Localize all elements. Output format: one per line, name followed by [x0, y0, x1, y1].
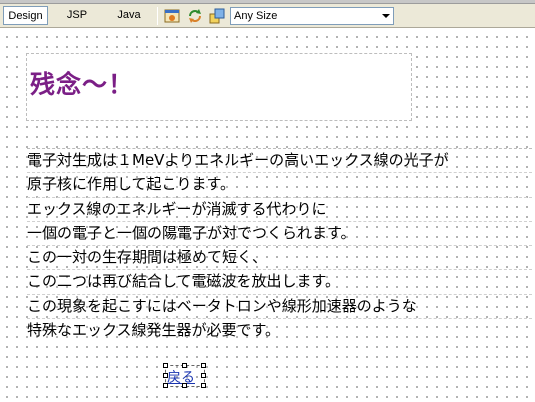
- text-line: 原子核に作用して起こります。: [27, 172, 532, 196]
- size-select-value: Any Size: [234, 10, 278, 22]
- text-line: この現象を起こすにはベータトロンや線形加速器のような: [27, 293, 532, 318]
- text-line: 電子対生成は１MeVよりエネルギーの高いエックス線の光子が: [27, 148, 532, 172]
- resize-handle[interactable]: [182, 383, 187, 388]
- text-line: 一個の電子と一個の陽電子が対でつくられます。: [27, 220, 532, 245]
- resize-handle[interactable]: [163, 373, 168, 378]
- preview-page-icon[interactable]: [164, 8, 180, 24]
- tab-jsp[interactable]: JSP: [58, 6, 96, 25]
- resize-handle[interactable]: [182, 363, 187, 368]
- resize-handle[interactable]: [163, 383, 168, 388]
- toolbar-separator: [157, 7, 158, 25]
- refresh-icon[interactable]: [187, 8, 203, 24]
- resize-handle[interactable]: [201, 373, 206, 378]
- title-box[interactable]: 残念～！: [26, 53, 412, 121]
- size-select[interactable]: Any Size: [230, 7, 394, 25]
- resize-handle[interactable]: [201, 363, 206, 368]
- text-line: 特殊なエックス線発生器が必要です。: [27, 318, 532, 342]
- page-title: 残念～！: [30, 70, 135, 99]
- chevron-down-icon[interactable]: [382, 14, 390, 18]
- resize-handle[interactable]: [201, 383, 206, 388]
- text-line: この一対の生存期間は極めて短く、: [27, 245, 532, 269]
- body-text-block[interactable]: 電子対生成は１MeVよりエネルギーの高いエックス線の光子が 原子核に作用して起こ…: [27, 148, 532, 342]
- tab-java[interactable]: Java: [108, 6, 150, 25]
- back-link-container[interactable]: 戻る: [163, 363, 207, 389]
- design-canvas[interactable]: 残念～！ 電子対生成は１MeVよりエネルギーの高いエックス線の光子が 原子核に作…: [0, 29, 535, 402]
- editor-toolbar: Design JSP Java Any Size: [0, 4, 535, 28]
- layout-icon[interactable]: [209, 8, 225, 24]
- text-line: エックス線のエネルギーが消滅する代わりに: [27, 196, 532, 221]
- tab-design[interactable]: Design: [3, 6, 48, 25]
- back-link[interactable]: 戻る: [167, 367, 195, 387]
- resize-handle[interactable]: [163, 363, 168, 368]
- text-line: この二つは再び結合して電磁波を放出します。: [27, 269, 532, 293]
